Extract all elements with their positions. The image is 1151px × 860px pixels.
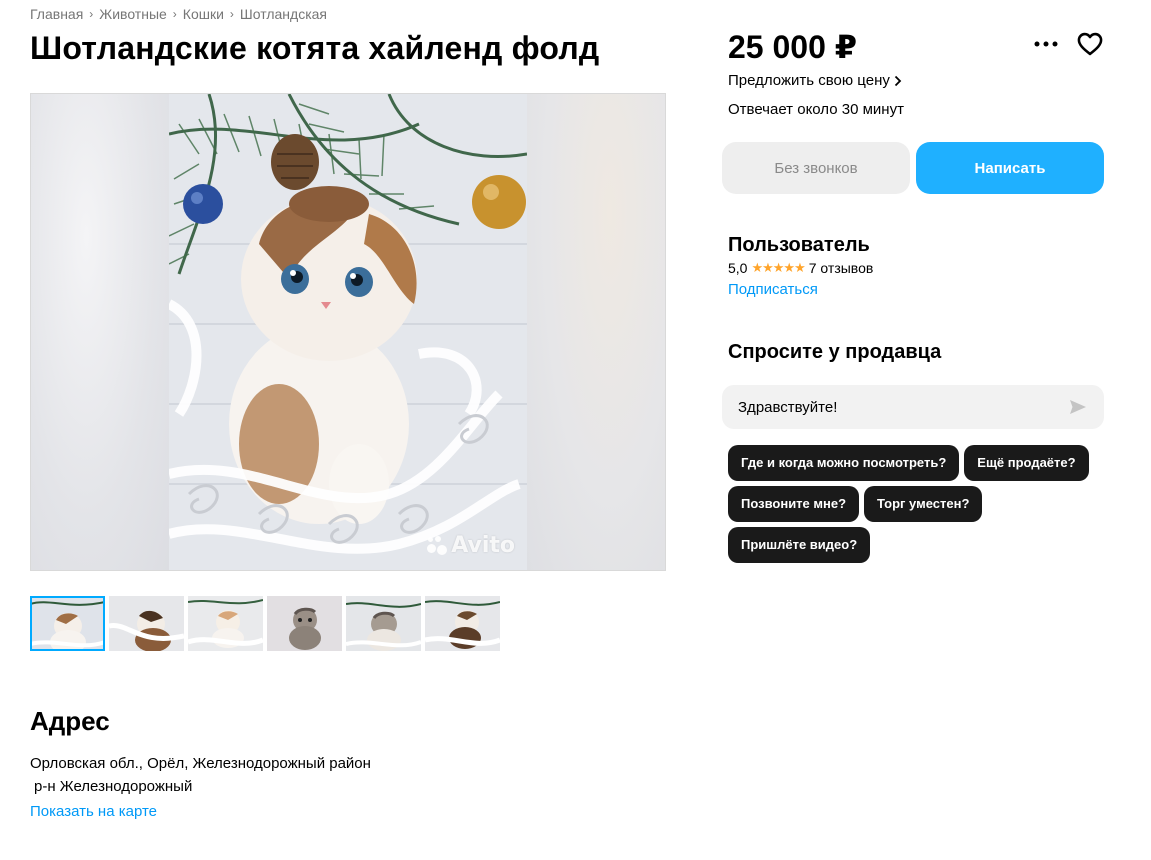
page-title: Шотландские котята хайленд фолд [30,30,600,66]
send-icon[interactable] [1068,397,1088,417]
thumbnail-3[interactable] [188,596,263,651]
star-icons: ★★★★★ [751,260,805,275]
thumbnail-1[interactable] [30,596,105,651]
avito-logo-icon [427,535,448,556]
subscribe-link[interactable]: Подписаться [728,281,818,298]
chip-where-when[interactable]: Где и когда можно посмотреть? [728,445,960,481]
chevron-right-icon: › [229,7,234,21]
price: 25 000 ₽ [728,29,858,65]
show-on-map-link[interactable]: Показать на карте [30,803,157,820]
favorite-button[interactable] [1076,30,1104,58]
seller-rating: 5,0 ★★★★★ 7 отзывов [728,260,873,276]
seller-name[interactable]: Пользователь [728,234,870,257]
chevron-right-icon: › [172,7,177,21]
thumbnail-2[interactable] [109,596,184,651]
no-calls-button[interactable]: Без звонков [722,142,910,194]
main-photo[interactable]: Avito [169,94,527,570]
message-input[interactable] [738,398,1068,416]
address-line: Орловская обл., Орёл, Железнодорожный ра… [30,755,371,772]
photo-gallery[interactable]: Avito [30,93,666,571]
address-district: р-н Железнодорожный [34,778,193,795]
chevron-right-icon [894,75,902,86]
ask-seller-title: Спросите у продавца [728,341,942,363]
chevron-right-icon: › [89,7,94,21]
thumbnail-strip [30,596,500,651]
more-dots-icon [1034,41,1058,47]
chip-call-me[interactable]: Позвоните мне? [728,486,860,522]
breadcrumb: Главная › Животные › Кошки › Шотландская [30,6,327,22]
heart-icon [1077,32,1103,56]
watermark-text: Avito [451,533,515,558]
breadcrumb-animals[interactable]: Животные [99,6,167,22]
breadcrumb-home[interactable]: Главная [30,6,83,22]
rating-value: 5,0 [728,260,748,276]
thumbnail-5[interactable] [346,596,421,651]
offer-price-link[interactable]: Предложить свою цену [728,72,902,89]
kitten-photo-illustration [169,94,527,570]
breadcrumb-cats[interactable]: Кошки [183,6,224,22]
more-options-button[interactable] [1032,30,1060,58]
reviews-link[interactable]: 7 отзывов [809,260,874,276]
message-box [722,385,1104,429]
breadcrumb-scottish[interactable]: Шотландская [240,6,327,22]
gallery-blur-right [527,94,665,570]
thumbnail-4[interactable] [267,596,342,651]
offer-price-label: Предложить свою цену [728,72,890,89]
avito-watermark: Avito [427,533,515,558]
chip-still-selling[interactable]: Ещё продаёте? [964,445,1089,481]
reply-time: Отвечает около 30 минут [728,101,904,118]
thumbnail-6[interactable] [425,596,500,651]
chip-bargain[interactable]: Торг уместен? [864,486,983,522]
quick-questions: Где и когда можно посмотреть? Ещё продаё… [728,445,1108,563]
gallery-blur-left [31,94,169,570]
chip-send-video[interactable]: Пришлёте видео? [728,527,871,563]
write-message-button[interactable]: Написать [916,142,1104,194]
address-title: Адрес [30,706,110,736]
